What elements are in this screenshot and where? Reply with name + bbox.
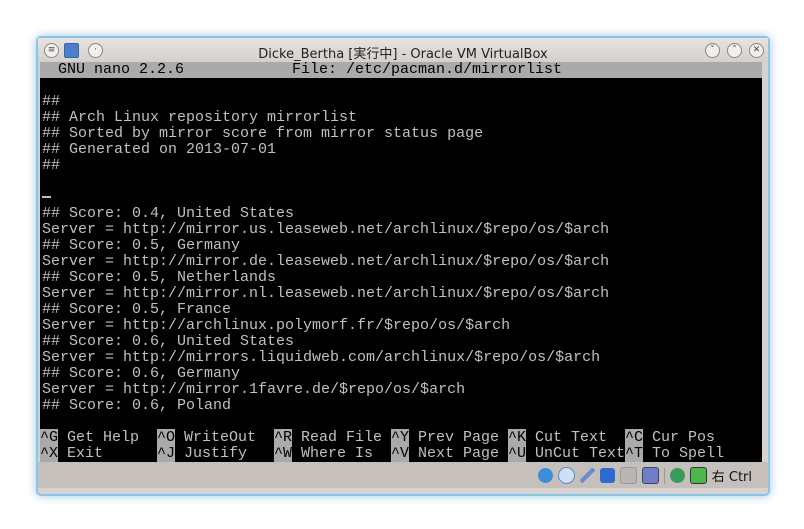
- shortcut-label: Next Page: [418, 445, 500, 462]
- shortcut-label: Cur Pos: [652, 429, 716, 446]
- text-line: ## Arch Linux repository mirrorlist: [42, 109, 358, 126]
- shortcut-key: ^W: [274, 445, 293, 462]
- shortcut-where-is[interactable]: ^W Where Is: [274, 445, 391, 462]
- text-cursor: [42, 196, 51, 199]
- optical-disk-icon[interactable]: [557, 467, 575, 484]
- shortcut-key: ^Y: [391, 429, 410, 446]
- text-line: Server = http://archlinux.polymorf.fr/$r…: [42, 317, 511, 334]
- minimize-button[interactable]: ˅: [705, 43, 720, 58]
- shortcut-key: ^U: [508, 445, 527, 462]
- status-bar: 右 Ctrl: [38, 462, 768, 488]
- hard-disk-icon[interactable]: [537, 468, 553, 483]
- close-button[interactable]: ✕: [749, 43, 764, 58]
- text-line: ## Score: 0.4, United States: [42, 205, 295, 222]
- shortcut-label: Justify: [184, 445, 248, 462]
- shortcut-label: To Spell: [652, 445, 725, 462]
- text-line: [40, 78, 762, 94]
- cursor-line: [40, 190, 762, 206]
- shortcut-label: Exit: [67, 445, 104, 462]
- terminal[interactable]: GNU nano 2.2.6 File: /etc/pacman.d/mirror…: [40, 62, 762, 462]
- text-line: Server = http://mirror.us.leaseweb.net/a…: [42, 221, 610, 238]
- text-line: ## Score: 0.6, Germany: [42, 365, 241, 382]
- host-key-label: 右 Ctrl: [711, 470, 752, 485]
- shortcut-cut-text[interactable]: ^K Cut Text: [508, 429, 625, 446]
- shortcut-row: ^X Exit ^J Justify ^W Where Is ^V Next Page…: [40, 445, 762, 462]
- usb-icon[interactable]: [579, 468, 595, 483]
- shortcut-justify[interactable]: ^J Justify: [157, 445, 274, 462]
- text-line: ## Score: 0.6, Poland: [42, 397, 232, 414]
- text-line: ## Score: 0.5, France: [42, 301, 232, 318]
- title-bar: ≡ · Dicke_Bertha [実行中] - Oracle VM Virtu…: [38, 38, 768, 62]
- nano-file: File: /etc/pacman.d/mirrorlist: [292, 62, 563, 78]
- window-title: Dicke_Bertha [実行中] - Oracle VM VirtualBo…: [258, 47, 548, 62]
- text-line: ##: [42, 93, 61, 110]
- shortcut-label: Read File: [301, 429, 383, 446]
- shortcut-label: Get Help: [67, 429, 140, 446]
- text-line: Server = http://mirror.nl.leaseweb.net/a…: [42, 285, 610, 302]
- video-capture-icon[interactable]: [641, 467, 659, 484]
- shortcut-to-spell[interactable]: ^T To Spell: [625, 445, 742, 462]
- text-line: ## Score: 0.5, Netherlands: [42, 269, 277, 286]
- shortcut-read-file[interactable]: ^R Read File: [274, 429, 391, 446]
- shortcut-key: ^G: [40, 429, 59, 446]
- shortcut-get-help[interactable]: ^G Get Help: [40, 429, 157, 446]
- text-line: ##: [42, 157, 61, 174]
- shortcut-exit[interactable]: ^X Exit: [40, 445, 157, 462]
- virtualization-icon[interactable]: [669, 468, 685, 483]
- maximize-button[interactable]: ˄: [727, 43, 742, 58]
- shortcut-row: ^G Get Help ^O WriteOut ^R Read File ^Y Pre…: [40, 429, 762, 446]
- shortcut-cur-pos[interactable]: ^C Cur Pos: [625, 429, 742, 446]
- text-line: [40, 174, 762, 190]
- shortcut-key: ^X: [40, 445, 59, 462]
- shortcut-next-page[interactable]: ^V Next Page: [391, 445, 508, 462]
- shared-folder-icon[interactable]: [619, 467, 637, 484]
- shortcut-label: Prev Page: [418, 429, 500, 446]
- shortcut-label: Cut Text: [535, 429, 608, 446]
- text-line: [40, 414, 762, 430]
- network-icon[interactable]: [599, 468, 615, 483]
- shortcut-key: ^K: [508, 429, 527, 446]
- shortcut-label: Where Is: [301, 445, 374, 462]
- shortcut-label: WriteOut: [184, 429, 257, 446]
- text-line: ## Generated on 2013-07-01: [42, 141, 277, 158]
- nano-header: GNU nano 2.2.6 File: /etc/pacman.d/mirror…: [40, 62, 762, 78]
- virtualbox-window: ≡ · Dicke_Bertha [実行中] - Oracle VM Virtu…: [36, 36, 770, 496]
- shortcut-key: ^J: [157, 445, 176, 462]
- nano-version: GNU nano 2.2.6: [58, 62, 185, 78]
- text-line: ## Score: 0.5, Germany: [42, 237, 241, 254]
- shortcut-uncut-text[interactable]: ^U UnCut Text: [508, 445, 626, 462]
- shortcut-key: ^V: [391, 445, 410, 462]
- text-line: Server = http://mirror.de.leaseweb.net/a…: [42, 253, 610, 270]
- shortcut-key: ^R: [274, 429, 293, 446]
- shortcut-prev-page[interactable]: ^Y Prev Page: [391, 429, 508, 446]
- text-line: Server = http://mirror.1favre.de/$repo/o…: [42, 381, 466, 398]
- shortcut-label: UnCut Text: [535, 445, 626, 462]
- text-line: Server = http://mirrors.liquidweb.com/ar…: [42, 349, 601, 366]
- separator: [663, 467, 665, 484]
- text-line: ## Sorted by mirror score from mirror st…: [42, 125, 484, 142]
- shortcut-key: ^T: [625, 445, 644, 462]
- shortcut-writeout[interactable]: ^O WriteOut: [157, 429, 274, 446]
- text-line: ## Score: 0.6, United States: [42, 333, 295, 350]
- shortcut-key: ^C: [625, 429, 644, 446]
- shortcut-key: ^O: [157, 429, 176, 446]
- mouse-integration-icon[interactable]: [689, 467, 707, 484]
